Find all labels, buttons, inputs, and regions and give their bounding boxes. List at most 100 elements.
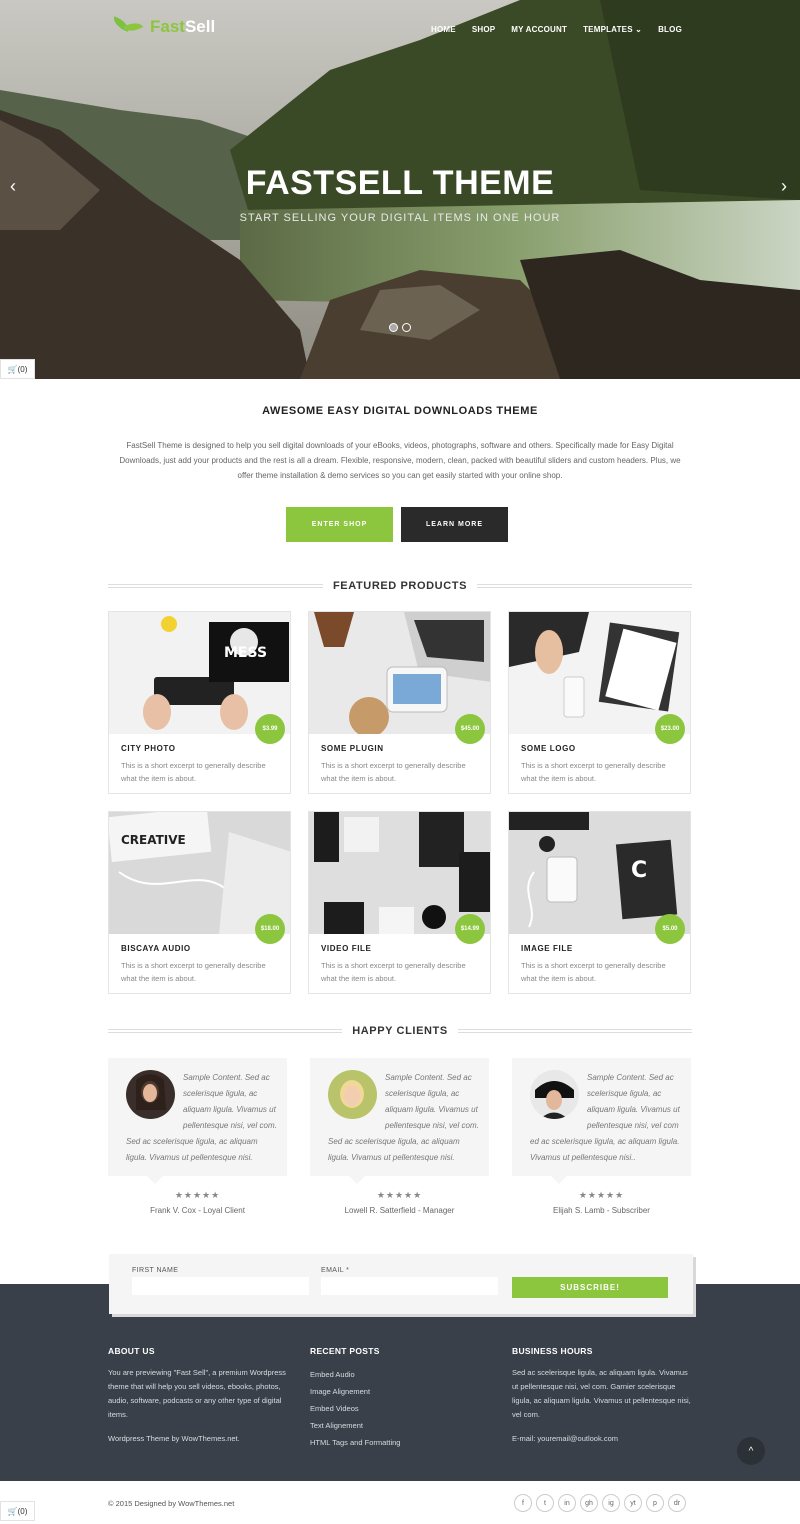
main-nav: HOME SHOP MY ACCOUNT TEMPLATES ⌄ BLOG xyxy=(431,25,682,34)
price-badge: $5.00 xyxy=(655,914,685,944)
floating-cart-button[interactable]: 🛒 (0) xyxy=(0,359,35,379)
linkedin-icon[interactable]: in xyxy=(558,1494,576,1512)
footer-email[interactable]: E-mail: youremail@outlook.com xyxy=(512,1432,692,1446)
intro-text: FastSell Theme is designed to help you s… xyxy=(119,441,681,480)
twitter-icon[interactable]: t xyxy=(536,1494,554,1512)
product-card[interactable]: $14.99 VIDEO FILE This is a short excerp… xyxy=(308,811,491,994)
nav-templates-label: TEMPLATES xyxy=(583,25,633,34)
slider-dot-2[interactable] xyxy=(402,323,411,332)
chevron-right-icon[interactable]: › xyxy=(781,176,787,197)
instagram-icon[interactable]: ig xyxy=(602,1494,620,1512)
avatar xyxy=(328,1070,377,1119)
copyright: © 2015 Designed by WowThemes.net xyxy=(108,1499,235,1508)
recent-post-link[interactable]: HTML Tags and Formatting xyxy=(310,1434,490,1451)
product-name[interactable]: BISCAYA AUDIO xyxy=(121,944,191,953)
product-desc: This is a short excerpt to generally des… xyxy=(521,961,666,983)
testimonial-pointer xyxy=(349,1176,365,1184)
footer-hours-text: Sed ac scelerisque ligula, ac aliquam li… xyxy=(512,1368,691,1419)
testimonial-card: Sample Content. Sed ac scelerisque ligul… xyxy=(310,1058,489,1176)
chevron-up-icon: ^ xyxy=(748,1445,754,1457)
avatar xyxy=(530,1070,579,1119)
subscribe-button[interactable]: SUBSCRIBE! xyxy=(512,1277,668,1298)
product-name[interactable]: VIDEO FILE xyxy=(321,944,371,953)
recent-post-link[interactable]: Embed Audio xyxy=(310,1366,490,1383)
testimonial-author: Lowell R. Satterfield - Manager xyxy=(344,1206,455,1215)
product-card[interactable]: $45.00 SOME PLUGIN This is a short excer… xyxy=(308,611,491,794)
clients-title: HAPPY CLIENTS xyxy=(352,1025,448,1037)
footer-about: ABOUT US You are previewing "Fast Sell",… xyxy=(108,1346,288,1446)
price-badge: $3.99 xyxy=(255,714,285,744)
floating-cart-button[interactable]: 🛒 (0) xyxy=(0,1501,35,1521)
nav-shop[interactable]: SHOP xyxy=(472,25,495,34)
price-badge: $23.00 xyxy=(655,714,685,744)
first-name-input[interactable] xyxy=(132,1277,309,1295)
rating-stars: ★★★★★ xyxy=(578,1190,625,1200)
facebook-icon[interactable]: f xyxy=(514,1494,532,1512)
social-links: f t in gh ig yt p dr xyxy=(514,1494,686,1512)
dribbble-icon[interactable]: dr xyxy=(668,1494,686,1512)
learn-more-button[interactable]: LEARN MORE xyxy=(401,507,508,542)
logo-text-fast: Fast xyxy=(150,17,185,36)
product-card[interactable]: C $5.00 IMAGE FILE This is a short excer… xyxy=(508,811,691,994)
testimonial-author: Frank V. Cox - Loyal Client xyxy=(150,1206,245,1215)
price-badge: $14.99 xyxy=(455,914,485,944)
github-icon[interactable]: gh xyxy=(580,1494,598,1512)
footer-business-hours: BUSINESS HOURS Sed ac scelerisque ligula… xyxy=(512,1346,692,1446)
price-badge: $45.00 xyxy=(455,714,485,744)
nav-templates[interactable]: TEMPLATES ⌄ xyxy=(583,25,642,34)
chevron-left-icon[interactable]: ‹ xyxy=(10,176,16,197)
email-label: EMAIL * xyxy=(321,1267,350,1274)
recent-post-link[interactable]: Text Alignement xyxy=(310,1417,490,1434)
product-card[interactable]: CREATIVE $18.00 BISCAYA AUDIO This is a … xyxy=(108,811,291,994)
product-card[interactable]: $23.00 SOME LOGO This is a short excerpt… xyxy=(508,611,691,794)
product-desc: This is a short excerpt to generally des… xyxy=(121,761,266,783)
logo-text-sell: Sell xyxy=(184,17,216,36)
testimonial-card: Sample Content. Sed ac scelerisque ligul… xyxy=(108,1058,287,1176)
product-desc: This is a short excerpt to generally des… xyxy=(321,961,466,983)
product-desc: This is a short excerpt to generally des… xyxy=(521,761,666,783)
footer-about-credit[interactable]: Wordpress Theme by WowThemes.net. xyxy=(108,1432,288,1446)
cart-icon: 🛒 xyxy=(7,364,18,374)
cart-count: (0) xyxy=(17,364,28,374)
product-name[interactable]: IMAGE FILE xyxy=(521,944,573,953)
leaf-icon xyxy=(110,16,146,38)
enter-shop-button[interactable]: ENTER SHOP xyxy=(286,507,393,542)
product-desc: This is a short excerpt to generally des… xyxy=(121,961,266,983)
product-name[interactable]: SOME LOGO xyxy=(521,744,576,753)
svg-text:C: C xyxy=(631,858,647,883)
product-name[interactable]: CITY PHOTO xyxy=(121,744,176,753)
slider-dot-1[interactable] xyxy=(389,323,398,332)
recent-post-link[interactable]: Image Alignement xyxy=(310,1383,490,1400)
svg-text:CREATIVE: CREATIVE xyxy=(121,833,186,847)
nav-my-account[interactable]: MY ACCOUNT xyxy=(511,25,567,34)
intro-title: AWESOME EASY DIGITAL DOWNLOADS THEME xyxy=(262,405,538,417)
hero-title: FASTSELL THEME xyxy=(245,164,555,202)
email-input[interactable] xyxy=(321,1277,498,1295)
featured-products-heading: FEATURED PRODUCTS xyxy=(108,580,692,592)
youtube-icon[interactable]: yt xyxy=(624,1494,642,1512)
slider-dots xyxy=(389,323,411,332)
footer-about-text: You are previewing "Fast Sell", a premiu… xyxy=(108,1368,286,1419)
cart-count: (0) xyxy=(17,1506,28,1516)
testimonial-pointer xyxy=(147,1176,163,1184)
back-to-top-button[interactable]: ^ xyxy=(737,1437,765,1465)
happy-clients-heading: HAPPY CLIENTS xyxy=(108,1025,692,1037)
product-desc: This is a short excerpt to generally des… xyxy=(321,761,466,783)
chevron-down-icon: ⌄ xyxy=(635,25,643,34)
product-name[interactable]: SOME PLUGIN xyxy=(321,744,384,753)
price-badge: $18.00 xyxy=(255,914,285,944)
testimonial-author: Elijah S. Lamb - Subscriber xyxy=(553,1206,650,1215)
pinterest-icon[interactable]: p xyxy=(646,1494,664,1512)
nav-home[interactable]: HOME xyxy=(431,25,456,34)
rating-stars: ★★★★★ xyxy=(376,1190,423,1200)
product-card[interactable]: MESS $3.99 CITY PHOTO This is a short ex… xyxy=(108,611,291,794)
testimonial-card: Sample Content. Sed ac scelerisque ligul… xyxy=(512,1058,691,1176)
site-logo[interactable]: FastSell xyxy=(110,16,216,38)
testimonial-pointer xyxy=(551,1176,567,1184)
footer-about-title: ABOUT US xyxy=(108,1346,155,1356)
rating-stars: ★★★★★ xyxy=(174,1190,221,1200)
recent-post-link[interactable]: Embed Videos xyxy=(310,1400,490,1417)
featured-title: FEATURED PRODUCTS xyxy=(332,580,468,592)
hero-subtitle: START SELLING YOUR DIGITAL ITEMS IN ONE … xyxy=(239,212,561,224)
nav-blog[interactable]: BLOG xyxy=(658,25,682,34)
